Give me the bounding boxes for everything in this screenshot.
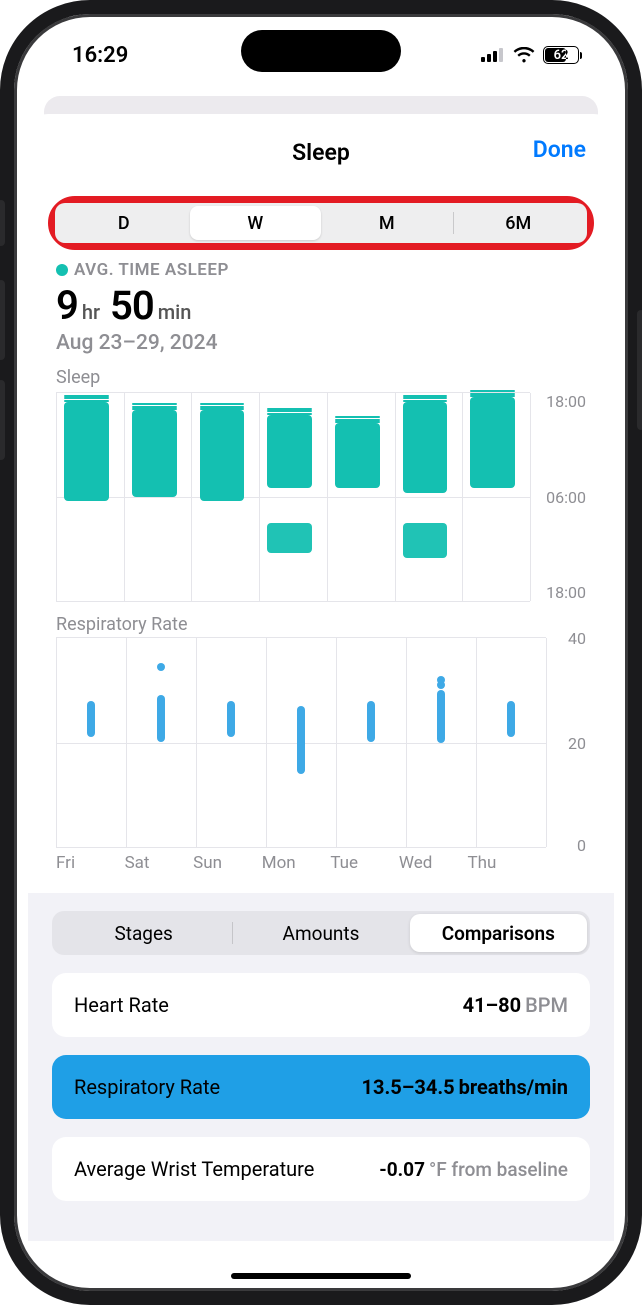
time-range-highlight: D W M 6M: [48, 196, 594, 250]
sleep-bar: [470, 397, 515, 488]
resp-range-bar: [87, 701, 95, 738]
sleep-detail-sheet: Sleep Done D W M 6M AVG. TIME ASLEEP 9 h…: [28, 114, 614, 1291]
seg-six-month[interactable]: 6M: [453, 206, 585, 240]
seg-stages[interactable]: Stages: [55, 914, 232, 952]
sleep-bar: [132, 410, 177, 497]
resp-range-bar: [157, 695, 165, 742]
resp-outlier-dot: [157, 663, 165, 671]
seg-month[interactable]: M: [321, 206, 453, 240]
resp-range-bar: [297, 706, 305, 774]
sleep-bar: [267, 415, 312, 489]
page-title: Sleep: [292, 139, 350, 166]
resp-range-bar: [367, 701, 375, 743]
avg-asleep-value: 9 hr 50 min: [56, 282, 586, 329]
wifi-icon: [513, 47, 535, 63]
sleep-chart-title: Sleep: [56, 367, 586, 388]
sleep-bar: [267, 523, 312, 553]
sleep-dot-icon: [56, 264, 68, 276]
battery-indicator: 62: [543, 46, 582, 64]
card-respiratory-rate[interactable]: Respiratory Rate 13.5–34.5 breaths/min: [52, 1055, 590, 1119]
sleep-chart[interactable]: 18:00 06:00 18:00: [56, 392, 586, 602]
resp-range-bar: [437, 690, 445, 742]
resp-outlier-dot: [437, 681, 445, 689]
resp-chart-title: Respiratory Rate: [56, 614, 586, 635]
seg-day[interactable]: D: [58, 206, 190, 240]
status-time: 16:29: [72, 43, 128, 68]
card-heart-rate[interactable]: Heart Rate 41–80 BPM: [52, 973, 590, 1037]
card-wrist-temp[interactable]: Average Wrist Temperature -0.07°F from b…: [52, 1137, 590, 1201]
home-indicator[interactable]: [231, 1273, 411, 1279]
cellular-signal-icon: [481, 48, 505, 62]
sleep-bar: [403, 523, 448, 558]
avg-asleep-label: AVG. TIME ASLEEP: [56, 260, 586, 280]
sleep-bar: [335, 423, 380, 488]
resp-outlier-dot: [297, 765, 305, 773]
sleep-bar: [403, 402, 448, 493]
sleep-bar: [64, 402, 109, 502]
resp-chart[interactable]: 40 20 0: [56, 637, 586, 847]
seg-comparisons[interactable]: Comparisons: [410, 914, 587, 952]
resp-range-bar: [507, 701, 515, 738]
seg-amounts[interactable]: Amounts: [232, 914, 409, 952]
seg-week[interactable]: W: [190, 206, 322, 240]
view-segmented[interactable]: Stages Amounts Comparisons: [52, 911, 590, 955]
date-range: Aug 23–29, 2024: [56, 331, 586, 355]
done-button[interactable]: Done: [533, 136, 586, 163]
nav-bar: Sleep Done: [28, 132, 614, 172]
x-axis: Fri Sat Sun Mon Tue Wed Thu: [56, 853, 586, 873]
resp-range-bar: [227, 701, 235, 738]
sleep-bar: [200, 410, 245, 501]
time-range-segmented[interactable]: D W M 6M: [55, 203, 587, 243]
